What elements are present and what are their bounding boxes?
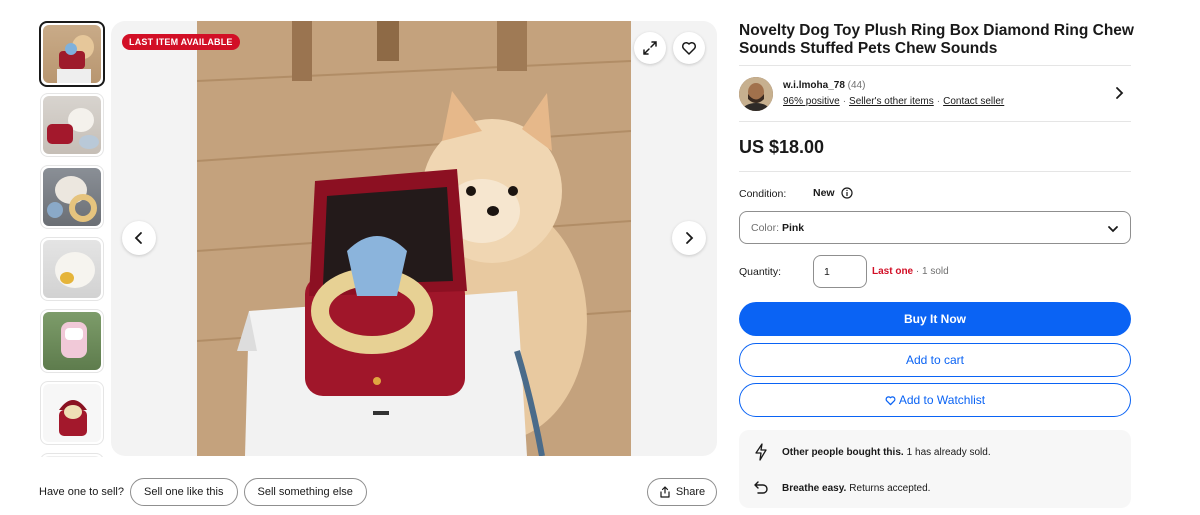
expand-button[interactable] [634, 32, 666, 64]
info-row-returns: Breathe easy. Returns accepted. [752, 479, 930, 497]
thumbnail-2[interactable] [40, 93, 104, 157]
share-icon [660, 486, 670, 498]
seller-feedback-count: (44) [847, 80, 866, 91]
last-item-badge: LAST ITEM AVAILABLE [122, 34, 240, 50]
quantity-note: Last one · 1 sold [872, 266, 949, 277]
condition-label: Condition: [739, 188, 787, 200]
share-label: Share [675, 486, 706, 498]
info-bought-bold: Other people bought this. [782, 446, 904, 458]
thumbnail-7[interactable] [40, 453, 104, 457]
sell-something-else-button[interactable]: Sell something else [243, 478, 367, 506]
contact-seller-link[interactable]: Contact seller [943, 96, 1004, 107]
color-select-label: Color: [751, 221, 780, 234]
add-to-watchlist-button[interactable]: Add to Watchlist [739, 383, 1131, 417]
seller-links: 96% positive · Seller's other items · Contac… [783, 96, 1004, 107]
price: US $18.00 [739, 137, 825, 157]
seller-avatar-image [739, 77, 773, 111]
thumbnail-image [47, 108, 99, 149]
thumbnail-strip [39, 21, 107, 457]
seller-details-button[interactable] [1113, 86, 1125, 105]
condition-value: New [813, 187, 835, 199]
seller-name[interactable]: w.i.lmoha_78 [783, 80, 845, 91]
next-image-button[interactable] [672, 221, 706, 255]
chevron-left-icon [134, 232, 142, 244]
sold-count: · 1 sold [915, 266, 949, 277]
dog-with-ring-box-photo [197, 21, 631, 456]
product-title: Novelty Dog Toy Plush Ring Box Diamond R… [739, 22, 1134, 57]
share-button[interactable]: Share [647, 478, 717, 506]
info-icon[interactable] [840, 187, 853, 199]
lightning-icon [752, 443, 770, 461]
info-row-bought: Other people bought this. 1 has already … [752, 443, 991, 461]
sell-one-like-this-button[interactable]: Sell one like this [130, 478, 238, 506]
thumbnail-6[interactable] [40, 381, 104, 445]
last-one-label: Last one [872, 266, 914, 277]
divider [739, 171, 1131, 172]
thumbnail-image [57, 35, 94, 83]
thumbnail-image [47, 176, 97, 222]
previous-image-button[interactable] [122, 221, 156, 255]
seller-other-items-link[interactable]: Seller's other items [849, 96, 934, 107]
buy-it-now-button[interactable]: Buy It Now [739, 302, 1131, 336]
thumbnail-3[interactable] [40, 165, 104, 229]
sell-prompt: Have one to sell? [39, 486, 124, 498]
main-image-gallery: LAST ITEM AVAILABLE [111, 21, 717, 456]
condition-value-row: New [813, 187, 853, 199]
divider [739, 121, 1131, 122]
thumbnail-image [55, 252, 95, 288]
info-returns-bold: Breathe easy. [782, 482, 847, 494]
divider [739, 65, 1131, 66]
separator-dot: · [842, 96, 847, 107]
chevron-right-icon [1116, 87, 1124, 99]
color-select-value: Pink [781, 221, 805, 234]
heart-icon [885, 395, 896, 405]
info-returns-text: Returns accepted. [849, 482, 931, 494]
seller-positive-link[interactable]: 96% positive [783, 96, 840, 107]
quantity-input[interactable] [813, 255, 867, 288]
return-arrow-icon [752, 479, 770, 497]
thumbnail-5[interactable] [40, 309, 104, 373]
chevron-down-icon [1108, 226, 1118, 233]
seller-avatar[interactable] [739, 77, 773, 111]
thumbnail-image [59, 400, 87, 436]
purchase-info-box: Other people bought this. 1 has already … [739, 430, 1131, 508]
heart-icon [681, 41, 697, 55]
chevron-right-icon [686, 232, 694, 244]
seller-name-row: w.i.lmoha_78 (44) [783, 80, 865, 91]
thumbnail-1[interactable] [39, 21, 105, 87]
main-product-photo[interactable] [197, 21, 631, 456]
favorite-button[interactable] [673, 32, 705, 64]
info-bought-text: 1 has already sold. [906, 446, 991, 458]
quantity-label: Quantity: [739, 266, 782, 278]
sell-row: Have one to sell? Sell one like this Sel… [39, 478, 373, 506]
seller-card[interactable]: w.i.lmoha_78 (44) 96% positive · Seller's … [739, 76, 1131, 112]
thumbnail-image [61, 322, 87, 358]
add-to-cart-button[interactable]: Add to cart [739, 343, 1131, 377]
separator-dot: · [936, 96, 941, 107]
color-select[interactable]: Color: Pink [739, 211, 1131, 244]
expand-icon [643, 41, 657, 55]
watchlist-label: Add to Watchlist [898, 393, 986, 407]
thumbnail-4[interactable] [40, 237, 104, 301]
